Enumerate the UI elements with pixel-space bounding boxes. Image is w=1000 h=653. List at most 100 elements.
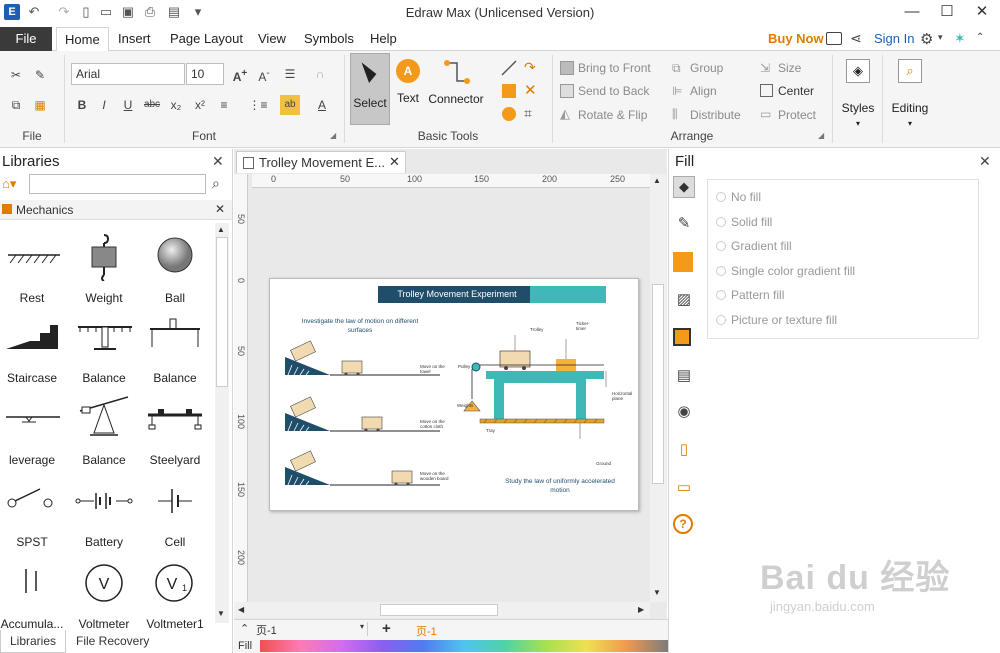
shape-weight[interactable]: Weight [70, 233, 140, 305]
close-fill-panel-icon[interactable]: ✕ [979, 153, 991, 170]
fill-option-pattern[interactable]: Pattern fill [716, 286, 784, 304]
help-tab-icon[interactable]: ? [673, 514, 693, 534]
group-button[interactable]: Group [690, 58, 723, 78]
attachment-tab-icon[interactable]: ▯ [673, 440, 695, 462]
scrollbar-thumb[interactable] [380, 604, 498, 616]
library-search-input[interactable] [29, 174, 206, 194]
styles-button[interactable]: ◈ Styles ▾ [838, 55, 878, 135]
library-search-icon[interactable]: ⌕ [212, 175, 220, 192]
shape-ball[interactable]: Ball [140, 233, 210, 305]
center-button[interactable]: Center [778, 81, 814, 101]
subscript-icon[interactable]: x₂ [166, 95, 186, 115]
shape-staircase[interactable]: Staircase [0, 317, 70, 387]
image-tab-icon[interactable]: ▨ [673, 290, 695, 312]
hyperlink-tab-icon[interactable]: ◉ [673, 402, 695, 424]
text-tool-button[interactable]: A Text [393, 53, 423, 125]
menu-page-layout[interactable]: Page Layout [162, 27, 251, 51]
close-document-tab-icon[interactable]: ✕ [389, 154, 400, 170]
scrollbar-thumb[interactable] [216, 237, 228, 387]
fill-option-no-fill[interactable]: No fill [716, 188, 761, 206]
scroll-up-icon[interactable]: ▲ [217, 225, 225, 234]
shape-balance-1[interactable]: Balance [70, 317, 140, 387]
shape-steelyard[interactable]: Steelyard [140, 399, 210, 469]
arrange-dialog-launcher-icon[interactable]: ◢ [818, 131, 824, 140]
menu-symbols[interactable]: Symbols [296, 27, 362, 51]
minimize-button[interactable]: — [895, 0, 929, 26]
comment-tab-icon[interactable]: ▭ [673, 478, 695, 500]
line-tab-icon[interactable]: ✎ [673, 214, 695, 236]
cart-icon[interactable] [826, 32, 842, 45]
collapse-ribbon-icon[interactable]: ⌃ [976, 32, 984, 43]
bold-icon[interactable]: B [72, 95, 92, 115]
arc-tool-icon[interactable]: ↷ [524, 59, 536, 76]
line-tool-icon[interactable] [500, 59, 518, 77]
diagram-page[interactable]: Trolley Movement Experiment Investigate … [269, 278, 639, 511]
rectangle-tool-icon[interactable] [502, 84, 516, 98]
close-window-button[interactable]: ✕ [965, 0, 999, 26]
libraries-tab[interactable]: Libraries [0, 630, 66, 653]
editing-button[interactable]: ⌕ Editing ▾ [888, 55, 932, 135]
shape-leverage[interactable]: leverage [0, 399, 70, 469]
cut-icon[interactable]: ✂ [6, 65, 26, 85]
shape-voltmeter1[interactable]: V1 Voltmeter1 [140, 559, 210, 631]
line-spacing-icon[interactable]: ≡ [214, 95, 234, 115]
shadow-tab-icon[interactable] [673, 252, 693, 272]
shape-balance-2[interactable]: Balance [140, 317, 210, 387]
scroll-down-icon[interactable]: ▼ [217, 609, 225, 618]
file-recovery-tab[interactable]: File Recovery [76, 630, 149, 653]
sign-in-link[interactable]: Sign In [866, 27, 922, 51]
mechanics-category-header[interactable]: Mechanics ✕ [0, 200, 232, 220]
strikethrough-icon[interactable]: abc [142, 95, 162, 115]
align-text-icon[interactable]: ☰ [280, 64, 300, 84]
close-libraries-icon[interactable]: ✕ [212, 153, 224, 170]
rotate-flip-button[interactable]: Rotate & Flip [578, 105, 647, 125]
bullets-icon[interactable]: ⋮≡ [248, 95, 268, 115]
menu-insert[interactable]: Insert [110, 27, 159, 51]
menu-view[interactable]: View [250, 27, 294, 51]
copy-icon[interactable]: ⧉ [6, 95, 26, 115]
settings-gear-icon[interactable]: ⚙ [920, 30, 933, 48]
page-nav-prev-icon[interactable]: ⌃ [240, 622, 249, 635]
font-size-select[interactable]: 10 [186, 63, 224, 85]
close-category-icon[interactable]: ✕ [215, 202, 225, 216]
document-tab[interactable]: Trolley Movement E... ✕ [236, 151, 406, 173]
crossing-tool-icon[interactable]: ✕ [524, 81, 537, 99]
layers-tab-icon[interactable] [673, 328, 691, 346]
text-effect-icon[interactable]: ∩ [310, 64, 330, 84]
highlight-icon[interactable]: ab [280, 95, 300, 115]
fill-option-picture[interactable]: Picture or texture fill [716, 311, 837, 329]
active-page-tab[interactable]: 页-1 [416, 623, 437, 639]
library-scrollbar[interactable]: ▲ ▼ [215, 223, 229, 623]
scroll-right-icon[interactable]: ▶ [638, 605, 644, 614]
crop-tool-icon[interactable]: ⌗ [524, 105, 532, 122]
shape-rest[interactable]: Rest [0, 239, 70, 305]
underline-icon[interactable]: U [118, 95, 138, 115]
fill-option-solid[interactable]: Solid fill [716, 213, 772, 231]
add-page-icon[interactable]: + [382, 620, 391, 637]
font-dialog-launcher-icon[interactable]: ◢ [330, 131, 336, 140]
superscript-icon[interactable]: x² [190, 95, 210, 115]
ellipse-tool-icon[interactable] [502, 107, 516, 121]
shape-cell[interactable]: Cell [140, 483, 210, 553]
fill-option-gradient[interactable]: Gradient fill [716, 237, 792, 255]
font-color-icon[interactable]: A [312, 95, 332, 115]
buy-now-link[interactable]: Buy Now [760, 27, 832, 51]
connector-tool-button[interactable]: Connector [426, 53, 486, 125]
diagram-title[interactable]: Trolley Movement Experiment [378, 286, 606, 303]
maximize-button[interactable]: ☐ [930, 0, 964, 26]
size-button[interactable]: Size [778, 58, 801, 78]
page-select-dropdown-icon[interactable]: ▾ [360, 622, 364, 631]
library-home-icon[interactable]: ⌂▾ [2, 176, 16, 192]
bring-to-front-button[interactable]: Bring to Front [578, 58, 651, 78]
page-select[interactable]: 页-1 ▾ [256, 622, 368, 637]
font-name-select[interactable]: Arial [71, 63, 185, 85]
shape-accumulator[interactable]: Accumula... [0, 563, 70, 633]
shape-spst[interactable]: SPST [0, 483, 70, 553]
scroll-up-icon[interactable]: ▲ [653, 176, 661, 185]
paste-icon[interactable]: ▦ [30, 95, 50, 115]
fill-tab-icon[interactable]: ◆ [673, 176, 695, 198]
menu-file[interactable]: File [0, 27, 52, 51]
menu-help[interactable]: Help [362, 27, 405, 51]
fill-option-single-gradient[interactable]: Single color gradient fill [716, 262, 855, 280]
scroll-down-icon[interactable]: ▼ [653, 588, 661, 597]
